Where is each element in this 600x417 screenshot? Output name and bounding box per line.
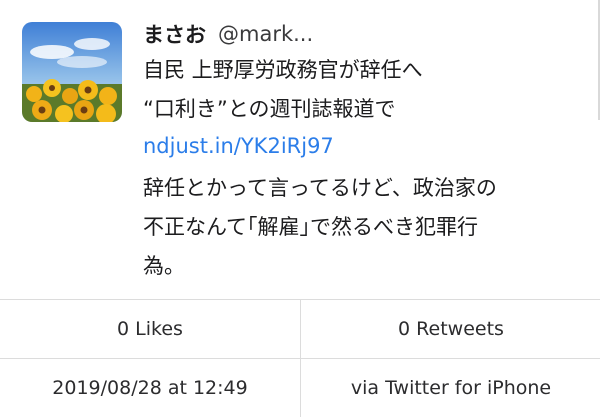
tweet-source[interactable]: via Twitter for iPhone [300,359,600,417]
tweet-text-line: “口利き”との週刊誌報道で [143,97,396,121]
likes-count[interactable]: 0 Likes [0,300,300,358]
tweet-text-line: 自民 上野厚労政務官が辞任へ [143,58,423,82]
tweet-text-line: 辞任とかって言ってるけど、政治家の [143,176,497,200]
meta-row: 2019/08/28 at 12:49 via Twitter for iPho… [0,358,600,417]
tweet-author: まさお @mark... [143,16,313,52]
avatar-sunflowers-image [22,22,122,122]
tweet-text-line: 為。 [143,254,185,278]
tweet-timestamp[interactable]: 2019/08/28 at 12:49 [0,359,300,417]
tweet-link[interactable]: ndjust.in/YK2iRj97 [143,128,334,164]
stats-row: 0 Likes 0 Retweets [0,299,600,358]
user-handle[interactable]: @mark... [218,22,313,46]
tweet-text-line: 不正なんて｢解雇｣で然るべき犯罪行 [143,215,478,239]
avatar[interactable] [22,22,122,122]
display-name[interactable]: まさお [143,19,206,49]
retweets-count[interactable]: 0 Retweets [300,300,600,358]
